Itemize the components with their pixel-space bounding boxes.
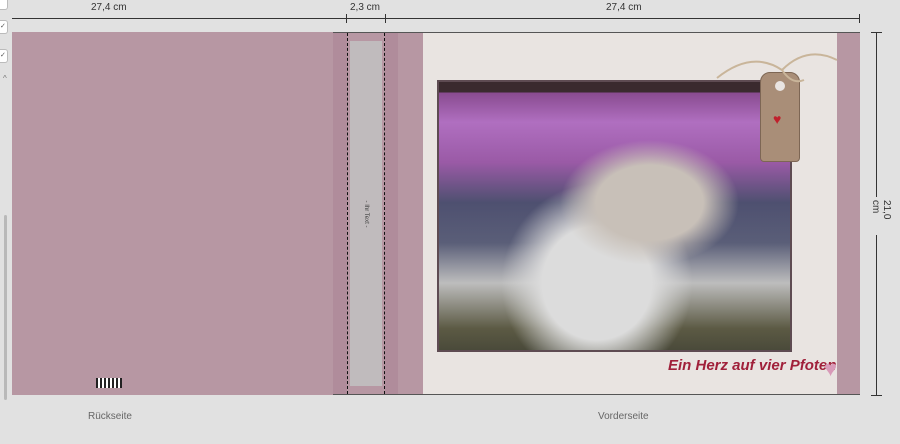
barcode [96,378,122,388]
collapse-icon[interactable]: ^ [3,74,7,83]
back-hinge [333,33,347,394]
sidebar-checkbox-2[interactable]: ✓ [0,49,8,63]
front-hinge [385,33,398,394]
height-label: 21,0 cm [870,197,892,235]
cover-photo[interactable] [437,80,792,352]
front-label: Vorderseite [598,411,649,422]
scrollbar[interactable] [4,215,7,400]
dim-tick [385,14,386,23]
sidebar-checkbox-1[interactable]: ✓ [0,20,8,34]
front-title[interactable]: Ein Herz auf vier Pfoten [668,357,836,374]
dim-tick [871,395,882,396]
dim-tick [346,14,347,23]
dim-tick [859,14,860,23]
string-icon [716,53,838,83]
spine[interactable]: - Ihr Text - [347,33,385,394]
dim-tick [871,32,882,33]
back-width-label: 27,4 cm [88,2,130,13]
back-label: Rückseite [88,411,132,422]
spine-text[interactable]: - Ihr Text - [363,200,369,227]
width-dimension-line [12,18,860,19]
heart-icon: ♥ [773,111,782,127]
hearts-icon: ♥ [824,356,838,381]
back-cover[interactable] [12,32,333,395]
front-width-label: 27,4 cm [603,2,645,13]
spine-width-label: 2,3 cm [347,2,384,13]
sidebar-toggle[interactable] [0,0,8,10]
